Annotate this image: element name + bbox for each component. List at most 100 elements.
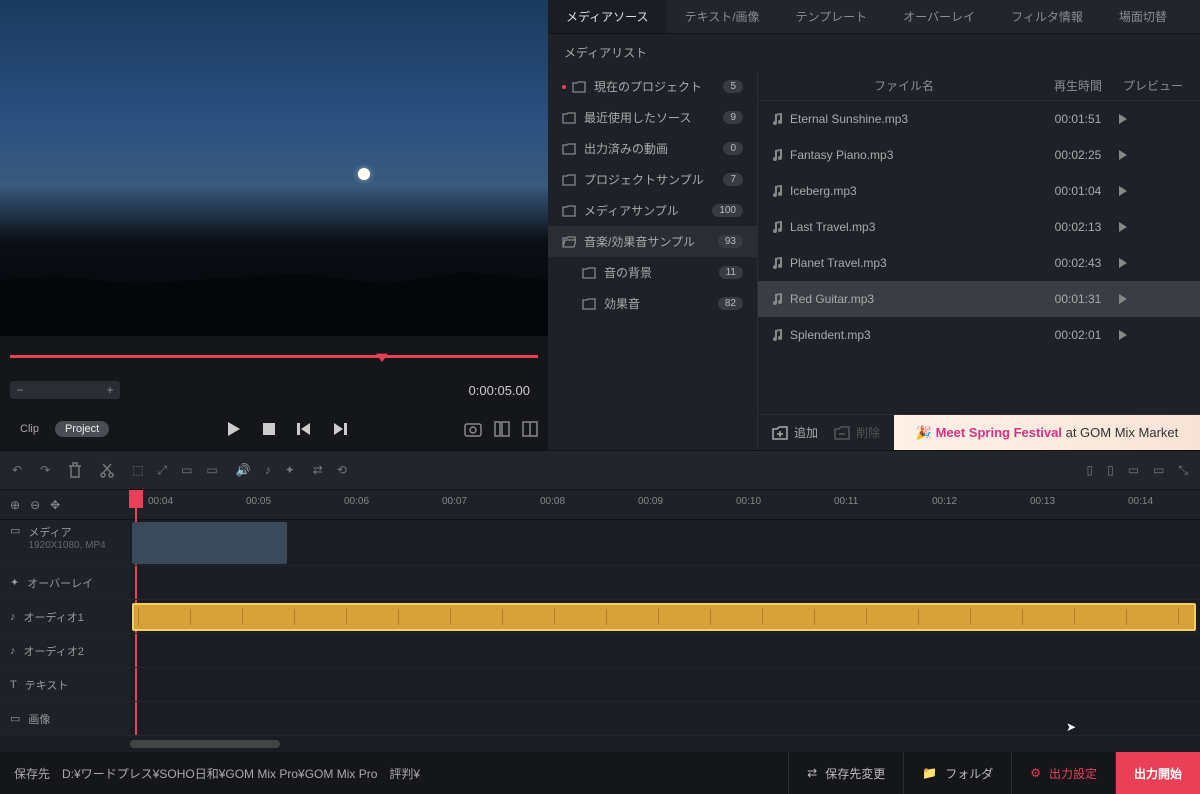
track-row-audio1[interactable] (130, 600, 1200, 634)
output-settings-button[interactable]: ⚙出力設定 (1011, 752, 1115, 794)
seek-handle[interactable] (376, 350, 388, 362)
timeline-ruler[interactable]: 00:0400:0500:0600:0700:0800:0900:1000:11… (130, 490, 1200, 519)
zoom-out-timeline-icon[interactable]: ⊖ (30, 498, 40, 512)
tab-text-image[interactable]: テキスト/画像 (667, 0, 778, 33)
file-preview-button[interactable] (1118, 329, 1188, 341)
video-clip[interactable] (132, 522, 287, 564)
zoom-out-button[interactable]: − (10, 381, 30, 399)
playhead[interactable] (132, 490, 140, 519)
tree-item-2[interactable]: 出力済みの動画0 (548, 133, 757, 164)
track-label-text[interactable]: Tテキスト (0, 668, 130, 702)
track-row-overlay[interactable] (130, 566, 1200, 600)
zoom-in-timeline-icon[interactable]: ⊕ (10, 498, 20, 512)
audio-edit-icon[interactable]: ♪ (265, 463, 271, 477)
tree-item-0[interactable]: 現在のプロジェクト5 (548, 71, 757, 102)
redo-icon[interactable]: ↷ (40, 463, 50, 477)
file-row[interactable]: Red Guitar.mp300:01:31 (758, 281, 1200, 317)
fit-timeline-icon[interactable]: ✥ (50, 498, 60, 512)
seek-track (10, 355, 538, 358)
file-row[interactable]: Eternal Sunshine.mp300:01:51 (758, 101, 1200, 137)
file-row[interactable]: Planet Travel.mp300:02:43 (758, 245, 1200, 281)
track-row-audio2[interactable] (130, 634, 1200, 668)
tree-item-4[interactable]: メディアサンプル100 (548, 195, 757, 226)
track-label-overlay[interactable]: ✦オーバーレイ (0, 566, 130, 600)
expand-icon[interactable]: ⤡ (1178, 463, 1188, 478)
file-preview-button[interactable] (1118, 185, 1188, 197)
clip-toggle[interactable]: Clip (10, 421, 49, 437)
layout-icon-1[interactable] (494, 421, 510, 437)
timeline-tracks[interactable] (130, 520, 1200, 736)
delete-icon[interactable] (68, 462, 82, 478)
marker-icon[interactable]: ▯ (1086, 463, 1093, 478)
track-row-text[interactable] (130, 668, 1200, 702)
tab-transition[interactable]: 場面切替 (1101, 0, 1185, 33)
project-toggle[interactable]: Project (55, 421, 109, 437)
file-row[interactable]: Fantasy Piano.mp300:02:25 (758, 137, 1200, 173)
zoom-slider[interactable] (30, 381, 100, 399)
tree-item-1[interactable]: 最近使用したソース9 (548, 102, 757, 133)
tree-item-3[interactable]: プロジェクトサンプル7 (548, 164, 757, 195)
layout-icon-2[interactable] (522, 421, 538, 437)
prev-frame-button[interactable] (295, 420, 313, 438)
track-label-audio1[interactable]: ♪オーディオ1 (0, 600, 130, 634)
preview-content (358, 168, 370, 180)
track-label-audio2[interactable]: ♪オーディオ2 (0, 634, 130, 668)
settings-icon[interactable]: ▭ (1153, 463, 1164, 478)
start-output-button[interactable]: 出力開始 (1115, 752, 1200, 794)
tree-item-6[interactable]: 音の背景11 (548, 257, 757, 288)
tree-item-5[interactable]: 音楽/効果音サンプル93 (548, 226, 757, 257)
delete-media-button[interactable]: 削除 (834, 424, 880, 441)
music-icon (770, 328, 790, 342)
cursor-icon: ➤ (1066, 720, 1076, 734)
crop-icon[interactable]: ⬚ (132, 463, 143, 478)
open-folder-button[interactable]: 📁フォルダ (903, 752, 1011, 794)
track-row-media[interactable] (130, 520, 1200, 566)
file-row[interactable]: Last Travel.mp300:02:13 (758, 209, 1200, 245)
ruler-tick: 00:10 (736, 496, 761, 507)
audio-clip[interactable] (132, 603, 1196, 631)
timeline-scrollbar[interactable] (0, 736, 1200, 752)
add-media-button[interactable]: 追加 (772, 424, 818, 441)
tree-item-7[interactable]: 効果音82 (548, 288, 757, 319)
transition-icon[interactable]: ⇄ (313, 463, 323, 477)
file-preview-button[interactable] (1118, 221, 1188, 233)
tab-filter[interactable]: フィルタ情報 (993, 0, 1101, 33)
file-preview-button[interactable] (1118, 293, 1188, 305)
file-row[interactable]: Iceberg.mp300:01:04 (758, 173, 1200, 209)
file-list[interactable]: Eternal Sunshine.mp300:01:51Fantasy Pian… (758, 101, 1200, 414)
tab-overlay[interactable]: オーバーレイ (885, 0, 993, 33)
link-icon[interactable]: ⟲ (337, 463, 347, 477)
export-icon[interactable]: ▭ (1128, 463, 1139, 478)
video-icon[interactable]: ▭ (181, 463, 192, 478)
file-preview-button[interactable] (1118, 113, 1188, 125)
volume-icon[interactable]: 🔊 (236, 463, 251, 477)
file-preview-button[interactable] (1118, 257, 1188, 269)
ruler-tick: 00:06 (344, 496, 369, 507)
undo-icon[interactable]: ↶ (12, 463, 22, 477)
next-frame-button[interactable] (331, 420, 349, 438)
snapshot-icon[interactable] (464, 421, 482, 437)
effect-icon[interactable]: ✦ (285, 463, 295, 477)
play-button[interactable] (225, 420, 243, 438)
track-label-image[interactable]: ▭画像 (0, 702, 130, 736)
zoom-in-button[interactable]: + (100, 381, 120, 399)
tab-template[interactable]: テンプレート (778, 0, 886, 33)
track-row-image[interactable] (130, 702, 1200, 736)
resize-icon[interactable]: ⤢ (157, 463, 167, 478)
file-preview-button[interactable] (1118, 149, 1188, 161)
timeline-toolbar: ↶ ↷ ⬚ ⤢ ▭ ▭ 🔊 ♪ ✦ ⇄ ⟲ ▯ ▯ ▭ ▭ ⤡ (0, 450, 1200, 490)
tab-media-source[interactable]: メディアソース (548, 0, 667, 33)
seek-bar[interactable] (10, 350, 538, 364)
promo-banner[interactable]: 🎉 Meet Spring Festival at GOM Mix Market (894, 415, 1200, 450)
cut-icon[interactable] (100, 462, 114, 478)
track-label-media[interactable]: ▭ メディア1920X1080, MP4 (0, 520, 130, 566)
stop-button[interactable] (261, 421, 277, 437)
marker2-icon[interactable]: ▯ (1107, 463, 1114, 478)
video-preview[interactable] (0, 0, 548, 336)
preview-pane: − + 0:00:05.00 Clip Project (0, 0, 548, 450)
save-path: D:¥ワードプレス¥SOHO日和¥GOM Mix Pro¥GOM Mix Pro… (62, 765, 420, 782)
music-icon (770, 112, 790, 126)
change-dest-button[interactable]: ⇄保存先変更 (788, 752, 903, 794)
file-row[interactable]: Splendent.mp300:02:01 (758, 317, 1200, 353)
image-icon[interactable]: ▭ (206, 463, 217, 478)
